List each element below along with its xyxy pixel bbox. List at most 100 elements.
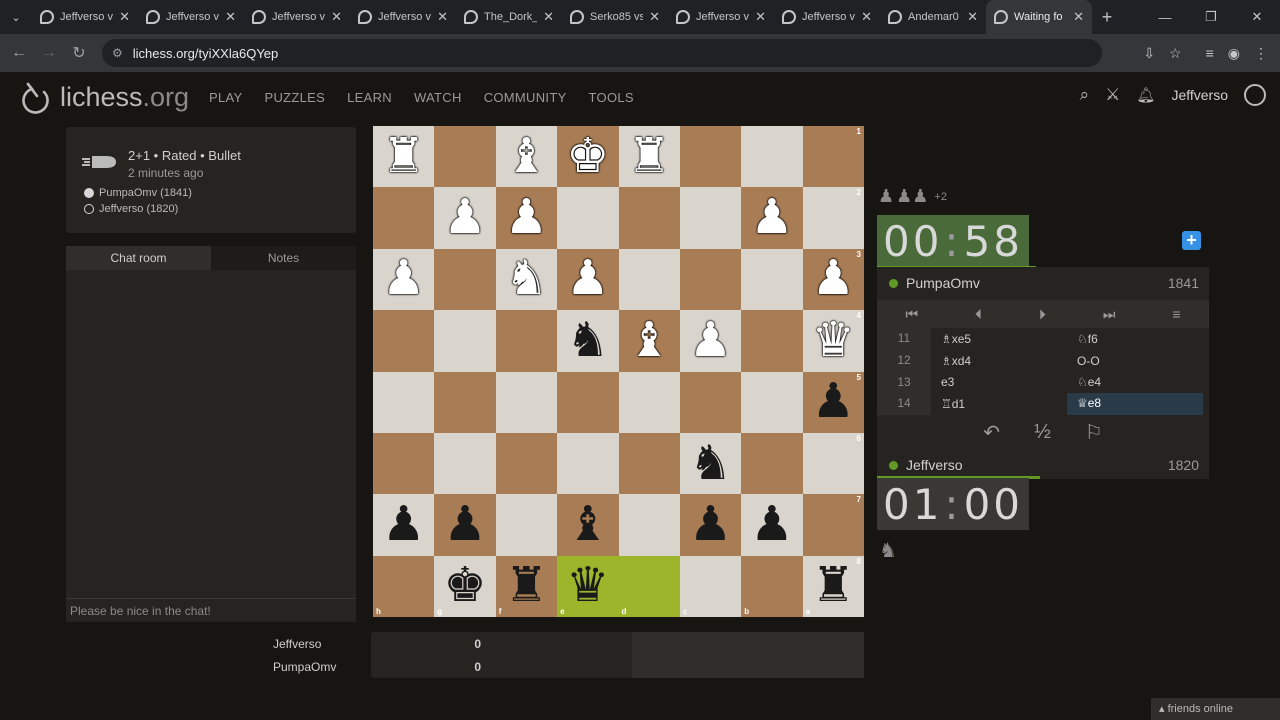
nav-tools[interactable]: TOOLS (589, 90, 634, 105)
board-square[interactable] (434, 126, 496, 188)
profile-icon[interactable]: ◉ (1228, 45, 1240, 62)
board-square[interactable] (373, 310, 435, 372)
board-square[interactable] (495, 310, 558, 372)
board-square[interactable] (679, 126, 742, 188)
board-square[interactable]: ♜ (618, 126, 680, 188)
lichess-logo[interactable]: lichess.org (18, 80, 189, 114)
close-tab-icon[interactable]: ✕ (119, 9, 130, 25)
menu-icon[interactable]: ≡ (1172, 306, 1180, 322)
black-pawn-icon[interactable]: ♟ (689, 500, 732, 549)
black-pawn-icon[interactable]: ♟ (750, 500, 793, 549)
board-square[interactable]: h (373, 555, 435, 617)
board-square[interactable]: ♟ (434, 494, 496, 556)
white-pawn-icon[interactable]: ♟ (444, 194, 487, 242)
board-square[interactable]: ♝ (495, 126, 558, 188)
friends-online-button[interactable]: ▴ friends online (1151, 698, 1280, 720)
close-tab-icon[interactable]: ✕ (543, 9, 554, 25)
bookmark-star-icon[interactable]: ☆ (1169, 45, 1182, 62)
browser-menu-icon[interactable]: ⋮ (1254, 45, 1268, 62)
nav-community[interactable]: COMMUNITY (484, 90, 567, 105)
browser-tab[interactable]: Jeffverso v ✕ (244, 0, 350, 34)
board-square[interactable] (373, 371, 435, 433)
score-player-name[interactable]: PumpaOmv (273, 660, 336, 674)
resign-flag-icon[interactable]: ⚐ (1085, 420, 1103, 445)
board-square[interactable]: ♟ (557, 248, 619, 311)
prev-move-icon[interactable]: ⏴ (975, 306, 982, 323)
white-pawn-icon[interactable]: ♟ (689, 316, 732, 365)
board-square[interactable] (741, 248, 803, 311)
board-square[interactable] (679, 371, 742, 433)
board-square[interactable] (679, 248, 742, 311)
board-square[interactable] (557, 371, 619, 433)
reload-icon[interactable]: ↻ (64, 43, 94, 63)
board-square[interactable]: ♟ 3 (802, 248, 864, 311)
board-square[interactable] (618, 432, 680, 495)
nav-play[interactable]: PLAY (209, 90, 242, 105)
close-tab-icon[interactable]: ✕ (755, 9, 766, 25)
back-icon[interactable]: ← (4, 44, 34, 62)
board-square[interactable] (741, 310, 803, 372)
new-tab-button[interactable]: + (1092, 7, 1122, 28)
chat-input[interactable]: Please be nice in the chat! (66, 598, 356, 622)
board-square[interactable]: b (741, 555, 803, 617)
restore-icon[interactable]: ❐ (1188, 0, 1234, 34)
board-square[interactable] (495, 371, 558, 433)
browser-tab[interactable]: Jeffverso v ✕ (668, 0, 774, 34)
white-queen-icon[interactable]: ♛ (812, 316, 855, 365)
board-square[interactable]: ♚ (557, 126, 619, 188)
board-square[interactable]: ♚ g (434, 555, 496, 617)
board-square[interactable] (495, 494, 558, 556)
minimize-icon[interactable]: — (1142, 0, 1188, 34)
tab-notes[interactable]: Notes (211, 246, 356, 270)
tab-search-icon[interactable]: ⌄ (0, 0, 32, 34)
notification-bell-icon[interactable]: 🔔︎ (1136, 86, 1155, 104)
white-king-icon[interactable]: ♚ (566, 132, 609, 181)
white-bishop-icon[interactable]: ♝ (628, 316, 671, 365)
black-player-link[interactable]: Jeffverso (1820) (99, 203, 178, 215)
board-square[interactable]: ♜ 8 a (802, 555, 864, 617)
nav-watch[interactable]: WATCH (414, 90, 462, 105)
close-tab-icon[interactable]: ✕ (437, 9, 448, 25)
board-square[interactable]: ♟ (741, 494, 803, 556)
board-square[interactable]: ♞ (679, 432, 742, 495)
black-knight-icon[interactable]: ♞ (566, 316, 609, 365)
black-queen-icon[interactable]: ♛ (566, 562, 609, 610)
white-pawn-icon[interactable]: ♟ (566, 255, 609, 303)
white-move[interactable]: ♖d1 (931, 397, 1067, 411)
white-player-link[interactable]: PumpaOmv (1841) (99, 187, 192, 199)
white-move[interactable]: e3 (931, 375, 1067, 389)
white-rook-icon[interactable]: ♜ (628, 132, 671, 181)
board-square[interactable]: ♟ (679, 494, 742, 556)
board-square[interactable]: ♟ (495, 187, 558, 249)
board-square[interactable]: ♛ e (557, 555, 619, 617)
close-tab-icon[interactable]: ✕ (861, 9, 872, 25)
board-square[interactable] (618, 371, 680, 433)
url-field[interactable]: ⚙ lichess.org/tyiXXla6QYep (102, 39, 1102, 67)
white-pawn-icon[interactable]: ♟ (382, 255, 425, 303)
board-square[interactable] (434, 248, 496, 311)
challenge-icon[interactable]: ⚔ (1105, 85, 1120, 105)
white-pawn-icon[interactable]: ♟ (750, 194, 793, 242)
board-square[interactable]: 2 (802, 187, 864, 249)
board-square[interactable] (434, 432, 496, 495)
black-bishop-icon[interactable]: ♝ (566, 500, 609, 549)
board-square[interactable] (373, 187, 435, 249)
nav-learn[interactable]: LEARN (347, 90, 392, 105)
black-rook-icon[interactable]: ♜ (812, 562, 855, 610)
close-tab-icon[interactable]: ✕ (331, 9, 342, 25)
board-square[interactable]: 6 (802, 432, 864, 495)
browser-tab[interactable]: Serko85 vs ✕ (562, 0, 668, 34)
black-knight-icon[interactable]: ♞ (689, 439, 732, 488)
player-name[interactable]: Jeffverso (906, 457, 1168, 473)
close-tab-icon[interactable]: ✕ (1073, 9, 1084, 25)
white-rook-icon[interactable]: ♜ (382, 132, 425, 181)
close-window-icon[interactable]: ✕ (1234, 0, 1280, 34)
board-square[interactable] (679, 187, 742, 249)
board-square[interactable]: ♟ (434, 187, 496, 249)
board-square[interactable] (434, 310, 496, 372)
black-move[interactable]: ♘f6 (1067, 332, 1203, 346)
board-square[interactable]: ♟ (679, 310, 742, 372)
board-square[interactable] (557, 187, 619, 249)
board-square[interactable] (434, 371, 496, 433)
user-avatar-icon[interactable] (1244, 84, 1266, 106)
